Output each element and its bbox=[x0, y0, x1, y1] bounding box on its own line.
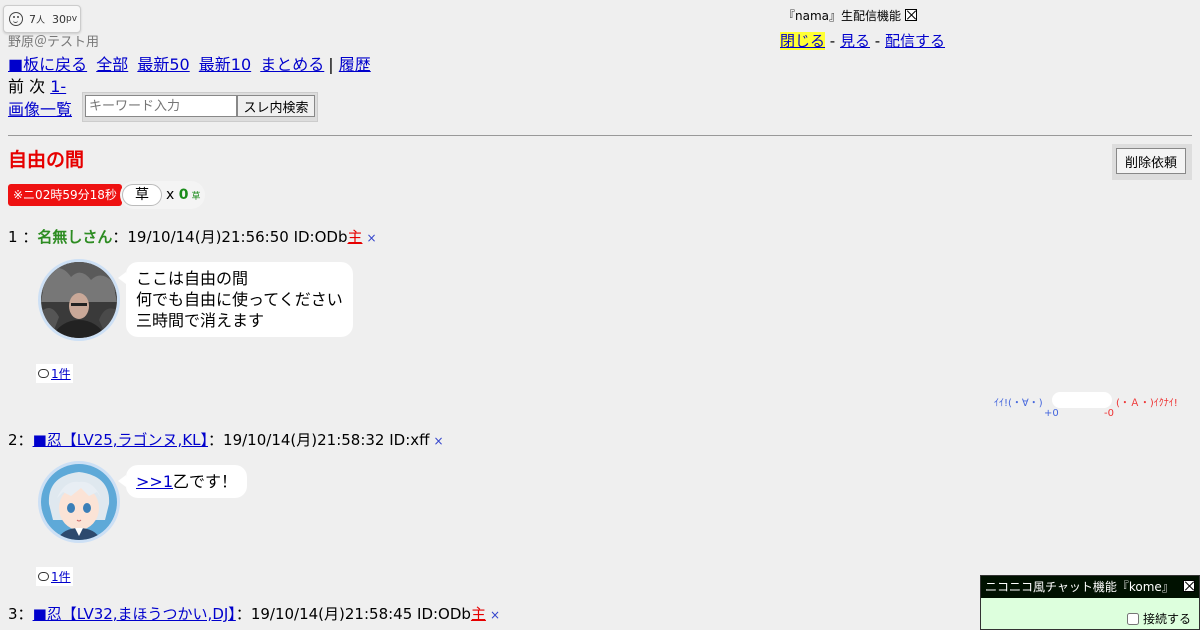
comment-icon bbox=[38, 572, 49, 581]
viewer-people-count: 7 bbox=[29, 12, 36, 26]
nama-title-text: 『nama』生配信機能 bbox=[783, 9, 902, 23]
viewer-pv-unit: pv bbox=[66, 14, 78, 24]
post-delete-x[interactable]: × bbox=[433, 434, 443, 448]
owner-mark: 主 bbox=[347, 228, 363, 246]
message-bubble: ここは自由の間 何でも自由に使ってください 三時間で消えます bbox=[118, 262, 353, 337]
history-link[interactable]: 履歴 bbox=[339, 55, 371, 74]
reply-count-link[interactable]: 1件 bbox=[51, 568, 71, 585]
post-author-name[interactable]: ■忍【LV32,まほうつかい,DJ】 bbox=[33, 605, 236, 623]
summary-link[interactable]: まとめる bbox=[260, 55, 324, 74]
paging-nav: 前 次 1- bbox=[8, 73, 66, 97]
vote-good-count: +0 bbox=[1044, 408, 1059, 419]
nama-stream-link[interactable]: 配信する bbox=[885, 32, 945, 50]
vote-bad-count: -0 bbox=[1104, 408, 1114, 419]
avatar bbox=[38, 461, 120, 543]
search-button[interactable]: スレ内検索 bbox=[237, 95, 315, 117]
delete-request-box: 削除依頼 bbox=[1112, 144, 1192, 180]
kome-title: ニコニコ風チャット機能『kome』 bbox=[985, 580, 1174, 594]
post-date: ：19/10/14(月)21:58:32 ID:xff bbox=[208, 431, 430, 449]
nama-close-icon[interactable] bbox=[905, 9, 918, 21]
message-line: 三時間で消えます bbox=[136, 311, 265, 330]
vote-bad-button[interactable]: (・Ａ・)ｲｸﾅｲ! bbox=[1116, 394, 1178, 409]
vote-good-button[interactable]: ｲｲ!(・∀・) bbox=[994, 394, 1043, 409]
message-line: 何でも自由に使ってください bbox=[136, 290, 343, 309]
post-date: ：19/10/14(月)21:56:50 ID:ODb bbox=[112, 228, 348, 246]
delete-request-button[interactable]: 削除依頼 bbox=[1116, 148, 1186, 174]
latest10-link[interactable]: 最新10 bbox=[199, 55, 251, 74]
avatar-anime-image bbox=[41, 464, 117, 540]
nama-watch-link[interactable]: 見る bbox=[840, 32, 870, 50]
message-line: ここは自由の間 bbox=[136, 269, 249, 288]
avatar bbox=[38, 259, 120, 341]
viewer-count-badge: 7人 30 pv bbox=[3, 5, 81, 33]
latest50-link[interactable]: 最新50 bbox=[137, 55, 189, 74]
divider bbox=[8, 135, 1192, 136]
post-delete-x[interactable]: × bbox=[490, 608, 500, 622]
viewer-face-icon bbox=[9, 12, 23, 26]
image-list-link[interactable]: 画像一覧 bbox=[8, 96, 72, 120]
post-number: 3 bbox=[8, 605, 18, 623]
post-header-3: 3：■忍【LV32,まほうつかい,DJ】：19/10/14(月)21:58:45… bbox=[8, 603, 500, 624]
reply-count: 1件 bbox=[36, 364, 73, 383]
avatar-photo-image bbox=[41, 262, 117, 338]
post-delete-x[interactable]: × bbox=[367, 231, 377, 245]
thread-nav: ■板に戻る 全部 最新50 最新10 まとめる | 履歴 bbox=[8, 51, 375, 75]
kusa-x: x bbox=[166, 187, 175, 203]
thread-title: 自由の間 bbox=[8, 149, 85, 171]
kusa-small-label: 草 bbox=[191, 192, 201, 202]
post-separator: ： bbox=[17, 431, 33, 449]
kusa-button[interactable]: 草 bbox=[122, 184, 162, 206]
message-text: 乙です！ bbox=[173, 472, 238, 491]
viewer-pv-count: 30 bbox=[52, 12, 67, 26]
next-label: 次 bbox=[29, 77, 46, 96]
viewer-people-unit: 人 bbox=[36, 15, 46, 26]
post-date: ：19/10/14(月)21:58:45 ID:ODb bbox=[235, 605, 471, 623]
thread-timer-badge: ※ニ02時59分18秒 bbox=[8, 184, 122, 206]
nama-controls: 閉じる - 見る - 配信する bbox=[780, 30, 945, 51]
comment-icon bbox=[38, 369, 49, 378]
post-separator: ： bbox=[22, 228, 38, 246]
nama-sep-2: - bbox=[874, 32, 881, 50]
show-all-link[interactable]: 全部 bbox=[96, 55, 128, 74]
nama-title: 『nama』生配信機能 bbox=[783, 7, 918, 24]
nama-close-link[interactable]: 閉じる bbox=[780, 32, 826, 50]
kusa-area: 草 x 0草 bbox=[120, 181, 205, 209]
board-subtitle: 野原＠テスト用 bbox=[8, 35, 100, 50]
kome-connect-label: 接続する bbox=[1142, 612, 1191, 626]
back-to-board-link[interactable]: ■板に戻る bbox=[8, 55, 87, 74]
reply-anchor-link[interactable]: >>1 bbox=[136, 472, 173, 491]
post-header-1: 1 ：名無しさん：19/10/14(月)21:56:50 ID:ODb主 × bbox=[8, 226, 377, 247]
message-bubble: >>1乙です！ bbox=[117, 465, 248, 498]
kusa-count-value: 0 bbox=[178, 187, 189, 203]
prev-label: 前 bbox=[8, 77, 25, 96]
nav-separator: | bbox=[328, 55, 334, 74]
owner-mark: 主 bbox=[470, 605, 486, 623]
search-input[interactable] bbox=[85, 95, 237, 117]
nama-sep-1: - bbox=[829, 32, 836, 50]
page-range-link[interactable]: 1- bbox=[50, 77, 66, 96]
kusa-counter: x 0草 bbox=[166, 187, 201, 203]
kome-header: ニコニコ風チャット機能『kome』 bbox=[981, 576, 1199, 598]
kome-chat-panel: ニコニコ風チャット機能『kome』 接続する bbox=[980, 575, 1200, 630]
reply-count: 1件 bbox=[36, 567, 73, 586]
post-number: 1 bbox=[8, 228, 18, 246]
post-author-name: 名無しさん bbox=[37, 228, 113, 246]
post-author-name[interactable]: ■忍【LV25,ラゴンヌ,KL】 bbox=[33, 431, 208, 449]
vote-bar bbox=[1052, 392, 1112, 408]
kome-connect-checkbox[interactable] bbox=[1126, 612, 1139, 625]
reply-count-link[interactable]: 1件 bbox=[51, 365, 71, 382]
post-separator: ： bbox=[17, 605, 33, 623]
post-header-2: 2：■忍【LV25,ラゴンヌ,KL】：19/10/14(月)21:58:32 I… bbox=[8, 429, 444, 450]
post-number: 2 bbox=[8, 431, 18, 449]
kome-connect-toggle[interactable]: 接続する bbox=[1126, 610, 1191, 627]
thread-search: スレ内検索 bbox=[82, 92, 318, 122]
kome-close-icon[interactable] bbox=[1183, 580, 1195, 592]
